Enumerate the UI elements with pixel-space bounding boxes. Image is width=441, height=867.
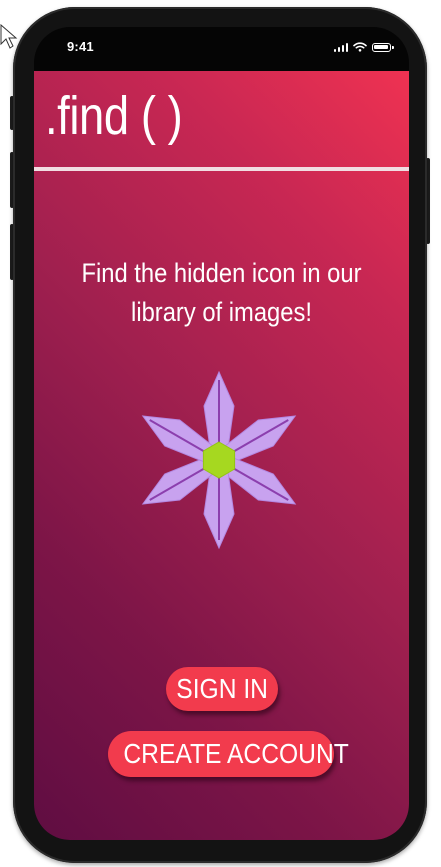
app-title: .find ( ) bbox=[45, 86, 183, 146]
wifi-icon bbox=[353, 42, 367, 52]
status-icons bbox=[333, 42, 394, 52]
app-header: .find ( ) bbox=[34, 71, 409, 167]
header-divider bbox=[34, 167, 409, 171]
screenshot-canvas: 9:41 .find ( ) Find the hidden icon in o… bbox=[0, 0, 441, 867]
signal-bars-icon bbox=[333, 42, 348, 52]
app-content: .find ( ) Find the hidden icon in our li… bbox=[34, 71, 409, 840]
mouse-pointer-icon bbox=[0, 24, 18, 49]
create-account-label: CREATE ACCOUNT bbox=[123, 738, 349, 769]
create-account-button[interactable]: CREATE ACCOUNT bbox=[108, 731, 349, 777]
sign-in-button[interactable]: SIGN IN bbox=[166, 667, 278, 711]
auth-buttons: SIGN IN CREATE ACCOUNT bbox=[34, 667, 409, 787]
six-petal-flower-icon bbox=[141, 370, 297, 550]
battery-icon bbox=[372, 42, 394, 52]
intro-text: Find the hidden icon in our library of i… bbox=[81, 258, 362, 327]
status-bar: 9:41 bbox=[34, 27, 409, 71]
sign-in-label: SIGN IN bbox=[176, 673, 268, 704]
status-time: 9:41 bbox=[67, 39, 94, 54]
phone-screen: 9:41 .find ( ) Find the hidden icon in o… bbox=[34, 27, 409, 840]
